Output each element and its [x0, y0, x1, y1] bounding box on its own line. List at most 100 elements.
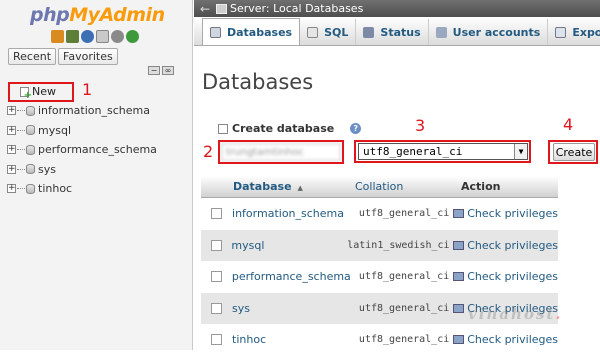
logo-php: php — [30, 4, 70, 26]
page-title: Databases — [202, 70, 314, 94]
tab-databases[interactable]: Databases — [202, 18, 301, 45]
server-icon — [216, 3, 227, 14]
tab-export[interactable]: Export — [548, 19, 600, 45]
expand-icon[interactable]: + — [7, 145, 16, 155]
row-collation: latin1_swedish_ci — [347, 239, 450, 251]
database-icon — [26, 164, 35, 175]
check-privileges-link[interactable]: Check privileges — [453, 333, 558, 346]
link-with-main-icon[interactable]: ∞ — [162, 66, 174, 75]
header-collation[interactable]: Collation — [355, 180, 461, 193]
tree-item-label: tinhoc — [38, 182, 73, 196]
database-icon — [26, 183, 35, 194]
row-checkbox[interactable] — [210, 271, 222, 283]
privileges-icon — [453, 240, 465, 250]
privileges-icon — [453, 272, 465, 282]
check-privileges-link[interactable]: Check privileges — [453, 270, 558, 283]
tab-label: User accounts — [452, 25, 541, 39]
breadcrumb-bar: ← Server: Local Databases — [194, 0, 600, 17]
database-icon — [26, 144, 35, 155]
expand-icon[interactable]: + — [7, 164, 16, 174]
tree-item-label: performance_schema — [38, 143, 157, 157]
home-icon[interactable] — [51, 30, 64, 43]
header-action: Action — [461, 180, 501, 193]
annotation-number-1: 1 — [82, 80, 93, 99]
database-link[interactable]: information_schema — [232, 207, 350, 220]
tab-status[interactable]: Status — [356, 19, 429, 45]
database-link[interactable]: tinhoc — [232, 333, 350, 346]
annotation-box-2 — [218, 140, 344, 164]
table-row: information_schema utf8_general_ci Check… — [201, 198, 558, 230]
status-icon — [363, 26, 375, 38]
table-header: Database ▲ Collation Action — [201, 176, 558, 198]
check-privileges-label: Check privileges — [467, 333, 559, 347]
expand-icon[interactable]: + — [7, 184, 16, 194]
check-privileges-label: Check privileges — [467, 270, 558, 284]
docs-icon[interactable] — [96, 30, 109, 43]
settings-icon[interactable] — [111, 30, 124, 43]
tree-item-information-schema[interactable]: + information_schema — [4, 101, 189, 121]
header-database[interactable]: Database ▲ — [233, 180, 355, 193]
check-privileges-link[interactable]: Check privileges — [453, 239, 558, 252]
create-database-label: Create database — [232, 122, 335, 135]
breadcrumb-server[interactable]: Server: Local Databases — [230, 2, 363, 15]
database-icon — [26, 105, 35, 116]
tab-user-accounts[interactable]: User accounts — [429, 19, 549, 45]
check-privileges-link[interactable]: Check privileges — [453, 207, 558, 220]
check-privileges-label: Check privileges — [467, 207, 559, 221]
row-checkbox[interactable] — [211, 208, 223, 220]
expand-icon[interactable]: + — [7, 106, 16, 116]
database-link[interactable]: mysql — [231, 239, 347, 252]
row-collation: utf8_general_ci — [358, 302, 450, 314]
help-icon[interactable] — [81, 30, 94, 43]
tree-item-performance-schema[interactable]: + performance_schema — [4, 140, 189, 160]
privileges-icon — [453, 303, 465, 313]
tree-item-mysql[interactable]: + mysql — [4, 121, 189, 141]
row-checkbox[interactable] — [211, 302, 223, 314]
logo-admin: Admin — [99, 4, 166, 26]
row-checkbox[interactable] — [210, 239, 222, 251]
table-row: performance_schema utf8_general_ci Check… — [201, 261, 558, 293]
tab-label: Status — [380, 25, 421, 39]
phpmyadmin-logo[interactable]: phpMyAdmin — [30, 4, 165, 26]
header-database-label: Database — [233, 180, 292, 193]
tree-item-sys[interactable]: + sys — [4, 160, 189, 180]
recent-button[interactable]: Recent — [8, 48, 57, 65]
annotation-number-3: 3 — [415, 116, 426, 135]
table-row: tinhoc utf8_general_ci Check privileges — [201, 324, 558, 356]
create-database-heading: Create database ? — [218, 122, 362, 135]
logout-icon[interactable] — [66, 30, 79, 43]
row-collation: utf8_general_ci — [358, 208, 450, 220]
row-collation: utf8_general_ci — [358, 271, 450, 283]
row-checkbox[interactable] — [211, 334, 223, 346]
tree-item-label: mysql — [38, 123, 71, 137]
back-arrow-icon[interactable]: ← — [194, 2, 216, 16]
expand-icon[interactable]: + — [7, 125, 16, 135]
annotation-box-3 — [354, 140, 531, 163]
annotation-number-4: 4 — [563, 115, 574, 134]
tab-sql[interactable]: SQL — [300, 19, 357, 45]
tree-item-tinhoc[interactable]: + tinhoc — [4, 179, 189, 199]
help-icon[interactable]: ? — [350, 123, 362, 134]
logo-my: My — [69, 4, 100, 26]
sql-icon — [307, 26, 319, 38]
databases-icon — [210, 26, 221, 38]
reload-icon[interactable] — [126, 30, 139, 43]
databases-table: Database ▲ Collation Action information_s… — [201, 176, 558, 356]
collapse-all-icon[interactable]: − — [148, 66, 160, 75]
watermark-accent: . — [555, 305, 563, 323]
favorites-button[interactable]: Favorites — [58, 48, 118, 65]
annotation-box-1 — [8, 82, 74, 102]
navigation-panel: phpMyAdmin Recent Favorites − ∞ New + in… — [0, 0, 193, 350]
create-database-icon — [218, 123, 228, 134]
annotation-number-2: 2 — [203, 142, 214, 161]
database-link[interactable]: sys — [232, 302, 350, 315]
tab-label: Databases — [227, 25, 293, 39]
watermark: vinahost. — [468, 305, 563, 323]
tree-item-label: sys — [38, 162, 56, 176]
database-link[interactable]: performance_schema — [232, 270, 351, 283]
sort-asc-icon: ▲ — [297, 184, 303, 192]
row-collation: utf8_general_ci — [358, 334, 450, 346]
recent-favorites-bar: Recent Favorites — [8, 48, 118, 65]
export-icon — [555, 26, 567, 38]
table-row: mysql latin1_swedish_ci Check privileges — [201, 229, 558, 261]
